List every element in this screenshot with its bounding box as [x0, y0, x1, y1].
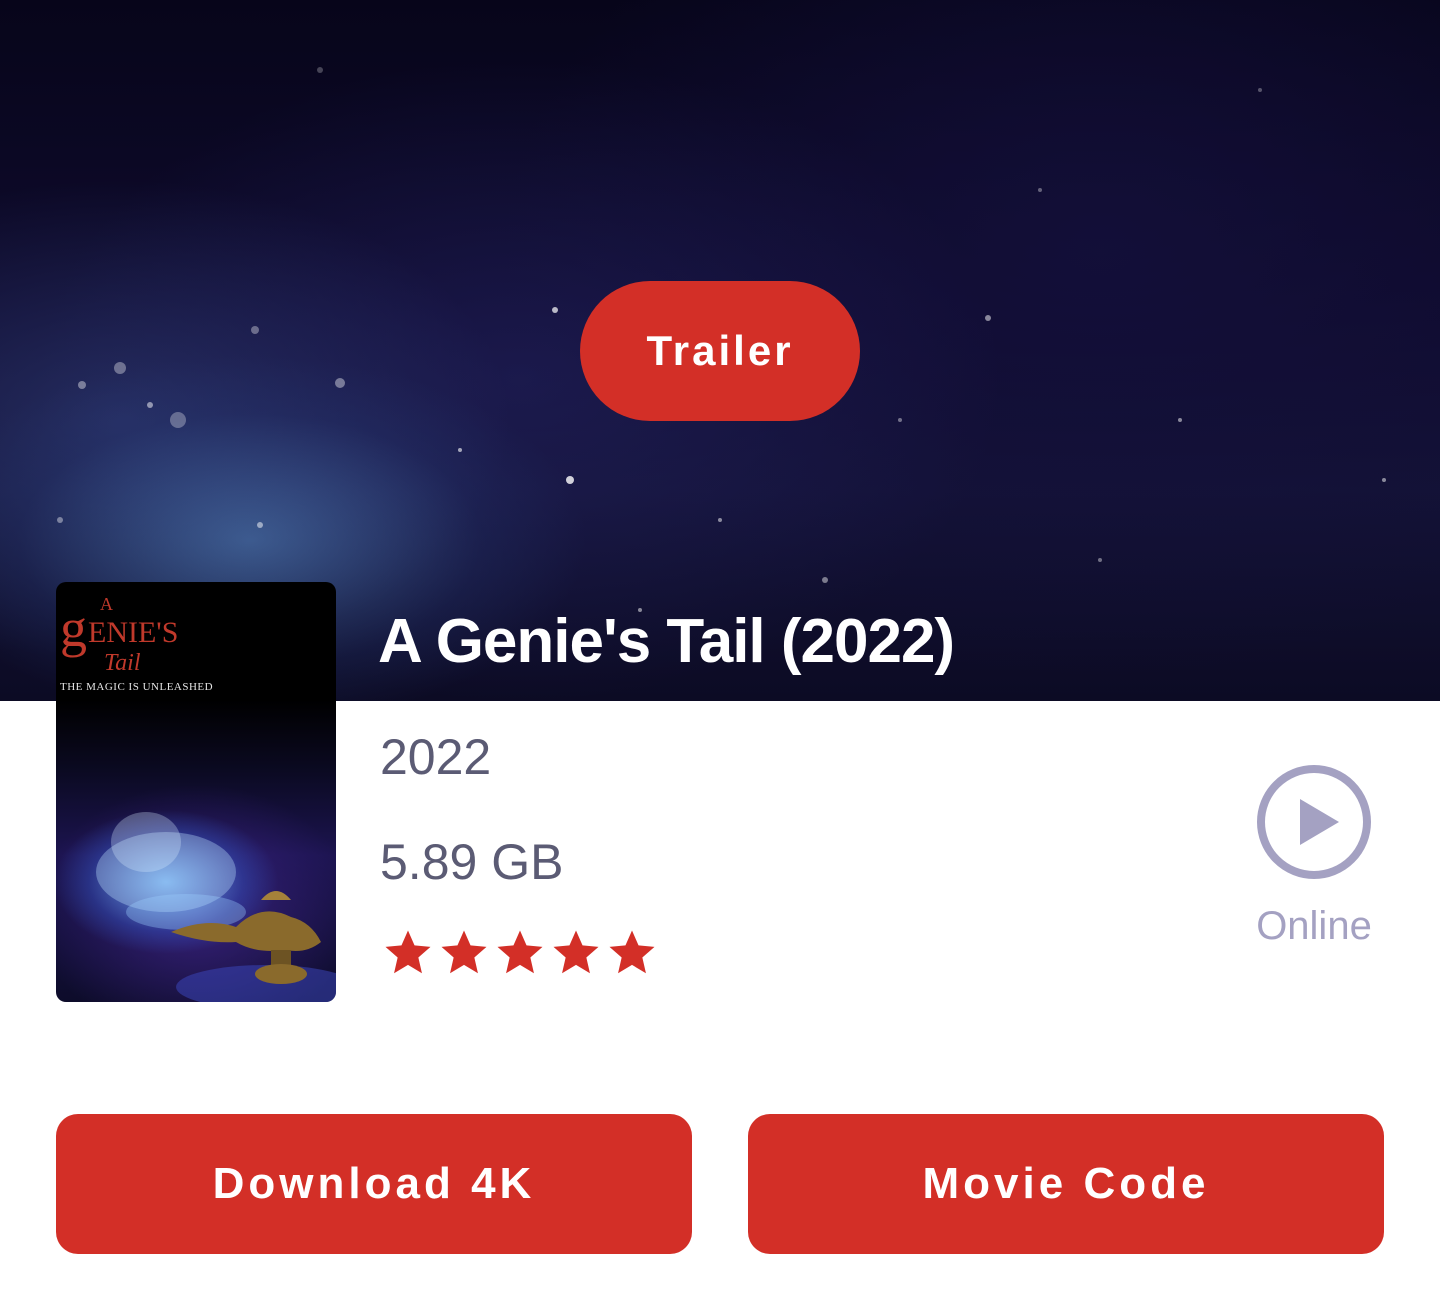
svg-text:Tail: Tail — [104, 650, 141, 676]
movie-file-size: 5.89 GB — [380, 834, 564, 890]
trailer-button[interactable]: Trailer — [580, 281, 860, 421]
star-rating — [380, 926, 660, 980]
star-icon — [609, 930, 655, 974]
poster-tagline: THE MAGIC IS UNLEASHED — [60, 681, 214, 693]
online-label: Online — [1256, 904, 1372, 948]
download-4k-button[interactable]: Download 4K — [56, 1114, 692, 1254]
star-icon — [441, 930, 487, 974]
poster-title-logo: A g ENIE'S Tail — [60, 594, 178, 676]
svg-text:ENIE'S: ENIE'S — [88, 616, 178, 649]
movie-poster: A g ENIE'S Tail THE MAGIC IS UNLEASHED — [56, 582, 336, 1002]
star-icon — [385, 930, 431, 974]
svg-text:g: g — [60, 598, 87, 658]
star-icon — [497, 930, 543, 974]
movie-year: 2022 — [380, 729, 492, 785]
movie-title: A Genie's Tail (2022) — [378, 607, 955, 676]
star-icon — [553, 930, 599, 974]
play-circle-icon — [1257, 765, 1371, 879]
watch-online-button[interactable]: Online — [1240, 760, 1390, 960]
movie-code-button[interactable]: Movie Code — [748, 1114, 1384, 1254]
svg-text:A: A — [100, 594, 113, 614]
